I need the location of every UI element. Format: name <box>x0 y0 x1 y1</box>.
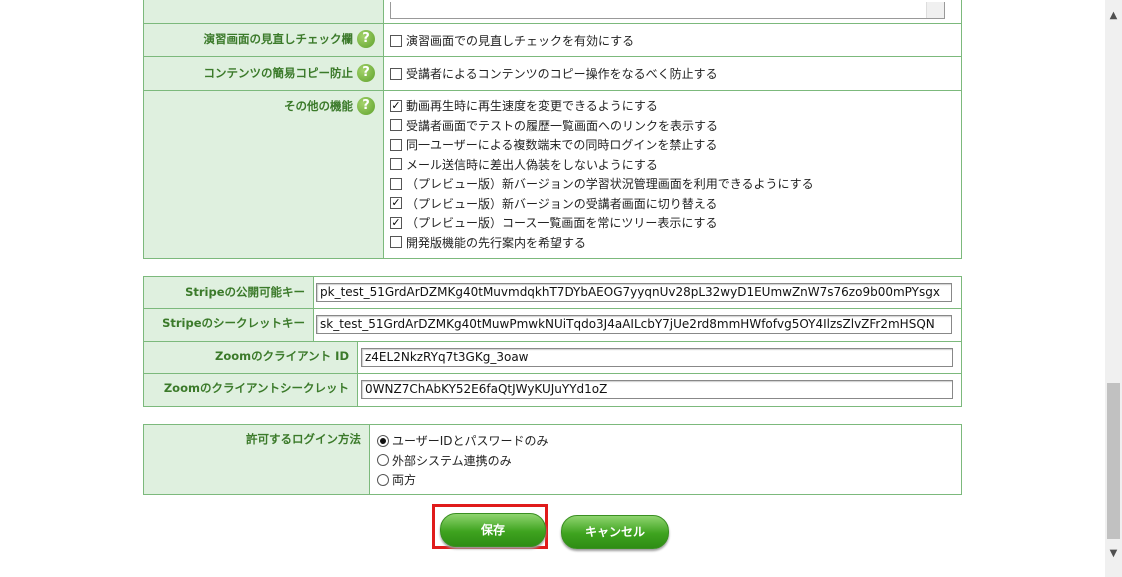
stripe-secret-label-cell: Stripeのシークレットキー <box>143 308 314 342</box>
help-icon[interactable]: ? <box>357 63 375 82</box>
login-method-label: 許可するログイン方法 <box>246 432 361 446</box>
other-feature-option[interactable]: （プレビュー版）新バージョンの学習状況管理画面を利用できるようにする <box>390 175 955 195</box>
radio[interactable] <box>377 454 389 466</box>
cancel-button[interactable]: キャンセル <box>561 515 669 549</box>
zoom-secret-value-cell: 0WNZ7ChAbKY52E6faQtJWyKUJuYYd1oZ <box>357 373 962 407</box>
help-icon[interactable]: ? <box>357 29 375 48</box>
save-button[interactable]: 保存 <box>440 513 546 547</box>
login-method-option[interactable]: ユーザーIDとパスワードのみ <box>377 432 955 452</box>
scrollbar-thumb[interactable] <box>1107 383 1120 539</box>
checkbox[interactable] <box>390 138 402 151</box>
zoom-client-secret-input[interactable]: 0WNZ7ChAbKY52E6faQtJWyKUJuYYd1oZ <box>361 380 953 399</box>
radio[interactable] <box>377 473 389 486</box>
settings-table-top: 演習画面の見直しチェック欄? 演習画面での見直しチェックを有効にする コンテンツ… <box>143 0 962 259</box>
partial-value-cell <box>383 0 962 24</box>
checkbox-label: （プレビュー版）コース一覧画面を常にツリー表示にする <box>406 216 718 230</box>
review-check-label: 演習画面の見直しチェック欄 <box>203 32 354 46</box>
login-table: 許可するログイン方法 ユーザーIDとパスワードのみ 外部システム連携のみ 両方 <box>143 424 962 495</box>
other-feature-option[interactable]: ✓ 動画再生時に再生速度を変更できるようにする <box>390 97 955 117</box>
scroll-up-icon[interactable]: ▲ <box>1105 10 1122 21</box>
radio-selected[interactable] <box>377 434 389 447</box>
login-method-option[interactable]: 両方 <box>377 471 955 491</box>
radio-label: 外部システム連携のみ <box>392 453 512 468</box>
checkbox[interactable] <box>390 119 402 131</box>
checkbox-checked[interactable]: ✓ <box>390 216 402 229</box>
stripe-table: Stripeの公開可能キー pk_test_51GrdArDZMKg40tMuv… <box>143 276 962 342</box>
zoom-id-value-cell: z4EL2NkzRYq7t3GKg_3oaw <box>357 341 962 374</box>
stripe-public-label: Stripeの公開可能キー <box>185 285 305 299</box>
stripe-secret-key-input[interactable]: sk_test_51GrdArDZMKg40tMuwPmwkNUiTqdo3J4… <box>316 315 952 334</box>
other-feature-option[interactable]: 開発版機能の先行案内を希望する <box>390 234 955 254</box>
other-feature-option[interactable]: ✓ （プレビュー版）コース一覧画面を常にツリー表示にする <box>390 214 955 234</box>
stripe-public-label-cell: Stripeの公開可能キー <box>143 276 314 309</box>
scroll-down-icon[interactable]: ▼ <box>1105 548 1122 559</box>
copy-protect-value-cell: 受講者によるコンテンツのコピー操作をなるべく防止する <box>383 56 962 91</box>
review-check-label-cell: 演習画面の見直しチェック欄? <box>143 23 384 57</box>
radio-label: 両方 <box>392 473 417 487</box>
page-scrollbar[interactable]: ▲ ▼ <box>1105 0 1122 577</box>
review-check-value-cell: 演習画面での見直しチェックを有効にする <box>383 23 962 57</box>
checkbox[interactable] <box>390 158 402 170</box>
other-feature-option[interactable]: 受講者画面でテストの履歴一覧画面へのリンクを表示する <box>390 117 955 137</box>
other-features-value-cell: ✓ 動画再生時に再生速度を変更できるようにする受講者画面でテストの履歴一覧画面への… <box>383 90 962 259</box>
stripe-public-value-cell: pk_test_51GrdArDZMKg40tMuvmdqkhT7DYbAEOG… <box>313 276 962 309</box>
other-feature-option[interactable]: 同一ユーザーによる複数端末での同時ログインを禁止する <box>390 136 955 156</box>
copy-protect-label-cell: コンテンツの簡易コピー防止? <box>143 56 384 91</box>
zoom-client-id-label: Zoomのクライアント ID <box>215 349 349 363</box>
copy-protect-option[interactable]: 受講者によるコンテンツのコピー操作をなるべく防止する <box>390 65 955 85</box>
other-features-label-cell: その他の機能? <box>143 90 384 259</box>
partial-label-cell <box>143 0 384 24</box>
other-feature-option[interactable]: メール送信時に差出人偽装をしないようにする <box>390 156 955 176</box>
stripe-secret-value-cell: sk_test_51GrdArDZMKg40tMuwPmwkNUiTqdo3J4… <box>313 308 962 342</box>
checkbox-label: 開発版機能の先行案内を希望する <box>406 235 587 250</box>
checkbox[interactable] <box>390 177 402 190</box>
checkbox-label: （プレビュー版）新バージョンの受講者画面に切り替える <box>406 196 718 211</box>
copy-protect-label: コンテンツの簡易コピー防止 <box>203 66 354 80</box>
checkbox-label: 同一ユーザーによる複数端末での同時ログインを禁止する <box>406 138 718 152</box>
other-features-options: ✓ 動画再生時に再生速度を変更できるようにする受講者画面でテストの履歴一覧画面への… <box>390 97 955 253</box>
checkbox[interactable] <box>390 236 402 248</box>
login-method-options: ユーザーIDとパスワードのみ 外部システム連携のみ 両方 <box>377 432 955 491</box>
checkbox-checked[interactable]: ✓ <box>390 99 402 112</box>
other-features-label: その他の機能 <box>284 99 353 113</box>
zoom-client-id-input[interactable]: z4EL2NkzRYq7t3GKg_3oaw <box>361 348 953 367</box>
checkbox-label: （プレビュー版）新バージョンの学習状況管理画面を利用できるようにする <box>406 177 814 191</box>
textarea-remnant[interactable] <box>390 2 945 19</box>
review-check-option[interactable]: 演習画面での見直しチェックを有効にする <box>390 32 955 52</box>
checkbox[interactable] <box>390 34 402 47</box>
zoom-table: Zoomのクライアント ID z4EL2NkzRYq7t3GKg_3oaw Zo… <box>143 341 962 407</box>
radio-label: ユーザーIDとパスワードのみ <box>392 434 549 448</box>
login-value-cell: ユーザーIDとパスワードのみ 外部システム連携のみ 両方 <box>369 424 962 495</box>
login-method-option[interactable]: 外部システム連携のみ <box>377 452 955 472</box>
zoom-client-secret-label: Zoomのクライアントシークレット <box>163 381 349 395</box>
zoom-id-label-cell: Zoomのクライアント ID <box>143 341 358 374</box>
checkbox-label: 受講者によるコンテンツのコピー操作をなるべく防止する <box>406 67 718 81</box>
login-label-cell: 許可するログイン方法 <box>143 424 370 495</box>
checkbox-checked[interactable]: ✓ <box>390 197 402 209</box>
checkbox[interactable] <box>390 67 402 80</box>
checkbox-label: 演習画面での見直しチェックを有効にする <box>406 34 635 48</box>
checkbox-label: メール送信時に差出人偽装をしないようにする <box>406 157 658 172</box>
checkbox-label: 受講者画面でテストの履歴一覧画面へのリンクを表示する <box>406 118 719 133</box>
stripe-public-key-input[interactable]: pk_test_51GrdArDZMKg40tMuvmdqkhT7DYbAEOG… <box>316 283 952 302</box>
checkbox-label: 動画再生時に再生速度を変更できるようにする <box>406 99 658 113</box>
other-feature-option[interactable]: ✓ （プレビュー版）新バージョンの受講者画面に切り替える <box>390 195 955 215</box>
zoom-secret-label-cell: Zoomのクライアントシークレット <box>143 373 358 407</box>
stripe-secret-label: Stripeのシークレットキー <box>162 316 305 330</box>
help-icon[interactable]: ? <box>357 96 375 115</box>
textarea-scrollbar[interactable] <box>926 2 944 18</box>
